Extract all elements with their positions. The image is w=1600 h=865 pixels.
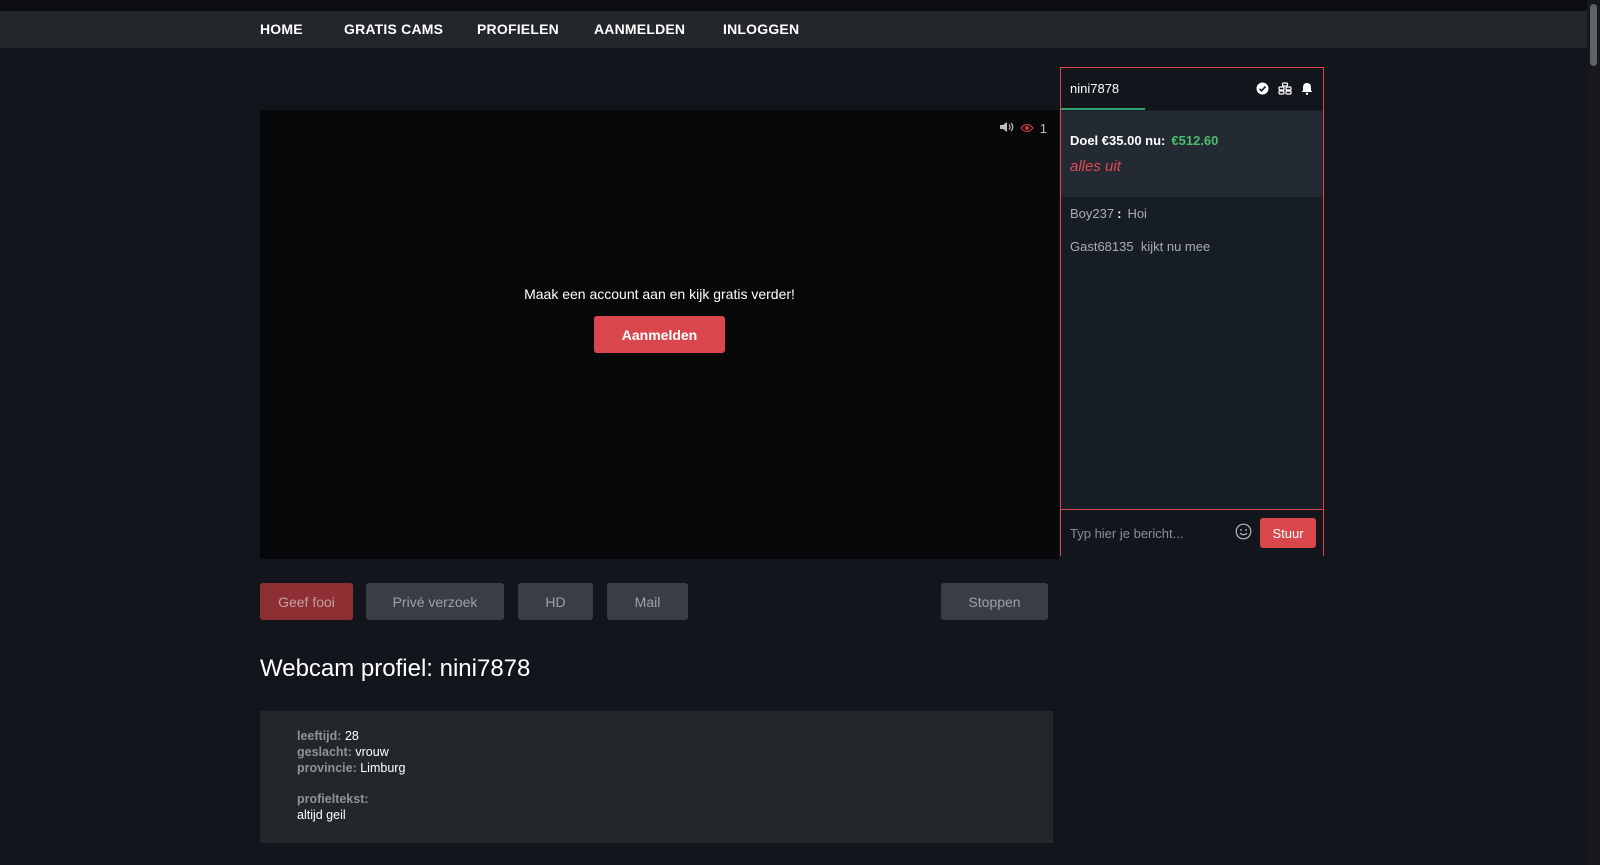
- video-player[interactable]: 1 Maak een account aan en kijk gratis ve…: [260, 110, 1059, 559]
- mail-button[interactable]: Mail: [607, 583, 688, 620]
- top-navigation: HOME GRATIS CAMS PROFIELEN AANMELDEN INL…: [0, 11, 1587, 48]
- tip-button[interactable]: Geef fooi: [260, 583, 353, 620]
- profile-title: Webcam profiel: nini7878: [260, 655, 531, 682]
- chat-message: Gast68135 kijkt nu mee: [1070, 239, 1210, 254]
- gender-label: geslacht:: [297, 745, 352, 759]
- goal-line: Doel €35.00 nu: €512.60: [1070, 133, 1218, 148]
- viewer-count: 1: [1039, 120, 1047, 136]
- profile-text: altijd geil: [297, 808, 346, 822]
- chat-message: Boy237: Hoi: [1070, 206, 1147, 221]
- smiley-icon[interactable]: [1235, 523, 1252, 545]
- video-status: 1: [999, 120, 1047, 136]
- nav-home[interactable]: HOME: [260, 11, 303, 48]
- chat-username[interactable]: Gast68135: [1070, 239, 1134, 254]
- profile-text-label: profieltekst:: [297, 792, 369, 806]
- bell-icon[interactable]: [1301, 82, 1313, 100]
- chat-input-area: Stuur: [1061, 509, 1323, 556]
- send-button[interactable]: Stuur: [1260, 518, 1316, 548]
- private-request-button[interactable]: Privé verzoek: [366, 583, 504, 620]
- profile-gender: geslacht: vrouw: [297, 745, 389, 759]
- chat-text: kijkt nu mee: [1140, 239, 1211, 254]
- chat-separator: :: [1117, 206, 1122, 221]
- tip-goal: Doel €35.00 nu: €512.60 alles uit: [1061, 111, 1323, 197]
- nav-gratis-cams[interactable]: GRATIS CAMS: [344, 11, 443, 48]
- age-value: 28: [344, 729, 359, 743]
- goal-label: Doel €35.00 nu:: [1070, 133, 1166, 148]
- profile-province: provincie: Limburg: [297, 761, 405, 775]
- nav-inloggen[interactable]: INLOGGEN: [723, 11, 799, 48]
- volume-icon[interactable]: [999, 121, 1014, 136]
- goal-amount: €512.60: [1171, 133, 1219, 148]
- coins-icon[interactable]: [1278, 82, 1292, 100]
- nav-aanmelden[interactable]: AANMELDEN: [594, 11, 685, 48]
- chat-panel: nini7878 Doel €35.00 nu: €512.60 alles u…: [1060, 67, 1324, 556]
- signup-prompt: Maak een account aan en kijk gratis verd…: [524, 286, 795, 302]
- stop-button[interactable]: Stoppen: [941, 583, 1048, 620]
- hd-button[interactable]: HD: [518, 583, 593, 620]
- goal-subtitle: alles uit: [1070, 158, 1121, 175]
- scrollbar-thumb[interactable]: [1590, 4, 1597, 66]
- nav-profielen[interactable]: PROFIELEN: [477, 11, 559, 48]
- chat-username[interactable]: Boy237: [1070, 206, 1114, 221]
- province-value: Limburg: [360, 761, 406, 775]
- eye-icon: [1019, 121, 1034, 136]
- province-label: provincie:: [297, 761, 357, 775]
- profile-age: leeftijd: 28: [297, 729, 359, 743]
- profile-details: leeftijd: 28 geslacht: vrouw provincie: …: [260, 711, 1053, 843]
- profile-text-heading: profieltekst:: [297, 792, 369, 806]
- top-strip: [0, 0, 1600, 11]
- check-circle-icon[interactable]: [1256, 82, 1269, 100]
- chat-text: Hoi: [1127, 206, 1147, 221]
- chat-tab-model[interactable]: nini7878: [1061, 68, 1145, 110]
- page-scrollbar[interactable]: [1587, 0, 1600, 865]
- gender-value: vrouw: [355, 745, 389, 759]
- age-label: leeftijd:: [297, 729, 342, 743]
- chat-header: nini7878: [1061, 68, 1323, 110]
- chat-message-input[interactable]: [1061, 512, 1242, 554]
- signup-button[interactable]: Aanmelden: [594, 316, 725, 353]
- chat-header-icons: [1256, 82, 1313, 100]
